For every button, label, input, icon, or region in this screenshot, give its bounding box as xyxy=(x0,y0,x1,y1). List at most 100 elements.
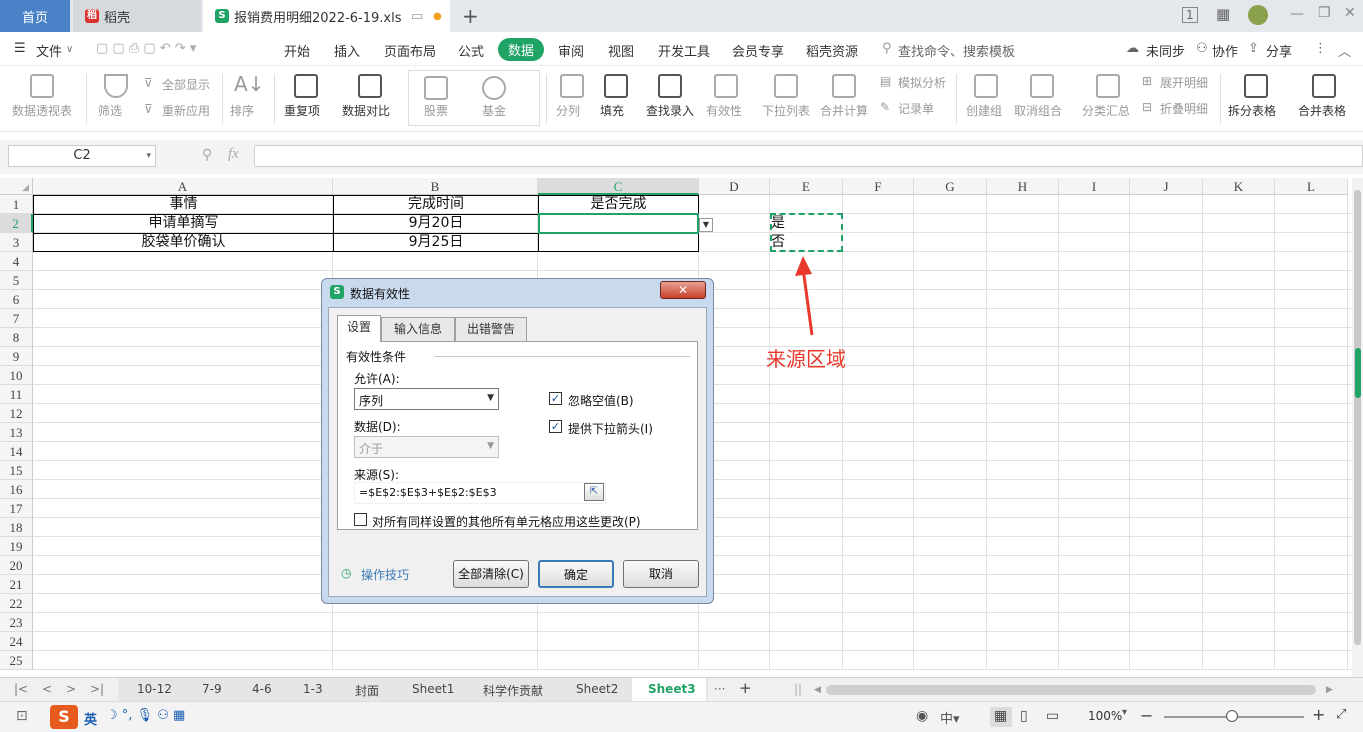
ime-toolbar-icons[interactable]: ☽ °, 🎙 ⚇ ▦ xyxy=(106,708,185,723)
row-header[interactable]: 15 xyxy=(0,461,33,480)
row-header[interactable]: 6 xyxy=(0,290,33,309)
tab-document[interactable]: S 报销费用明细2022-6-19.xls ▭ ● xyxy=(203,0,450,32)
minimize-icon[interactable]: — xyxy=(1290,6,1304,22)
fullscreen-icon[interactable]: ⤢ xyxy=(1336,707,1346,722)
fund-button[interactable]: 基金 xyxy=(482,102,506,119)
quick-access-icons[interactable]: ▢ ▢ ⎙ ▢ ↶ ↷ ▾ xyxy=(96,41,196,56)
row-header[interactable]: 22 xyxy=(0,594,33,613)
row-header[interactable]: 7 xyxy=(0,309,33,328)
range-picker-icon[interactable]: ⇱ xyxy=(584,483,604,501)
collapse-ribbon-icon[interactable]: ︿ xyxy=(1338,41,1351,60)
sheet-tab[interactable]: 封面 xyxy=(355,682,379,699)
close-icon[interactable]: ✕ xyxy=(1344,5,1356,21)
more-icon[interactable]: ⋮ xyxy=(1314,41,1327,56)
zoom-slider-handle[interactable] xyxy=(1226,710,1238,722)
prev-sheet-icon[interactable]: < xyxy=(42,682,52,696)
column-header[interactable]: C xyxy=(538,178,699,195)
row-header[interactable]: 4 xyxy=(0,252,33,271)
sheet-tab[interactable]: 10-12 xyxy=(137,682,172,696)
cell-b1[interactable]: 完成时间 xyxy=(334,195,538,214)
validity-button[interactable]: 有效性 xyxy=(706,102,742,119)
restore-icon[interactable]: ❐ xyxy=(1318,5,1331,21)
row-header[interactable]: 21 xyxy=(0,575,33,594)
source-input[interactable]: =$E$2:$E$3+$E$2:$E$3 xyxy=(354,482,606,504)
tab-settings[interactable]: 设置 xyxy=(337,315,381,342)
avatar[interactable] xyxy=(1248,5,1268,25)
cell-a1[interactable]: 事情 xyxy=(34,195,333,214)
column-header[interactable]: G xyxy=(914,178,987,195)
menu-view[interactable]: 视图 xyxy=(608,41,634,60)
cell-a2[interactable]: 申请单摘写 xyxy=(34,214,333,233)
tab-home[interactable]: 首页 xyxy=(0,0,70,32)
row-header[interactable]: 14 xyxy=(0,442,33,461)
expand-detail-button[interactable]: 展开明细 xyxy=(1160,74,1208,91)
cell-c2-active[interactable] xyxy=(538,213,699,234)
select-all-corner[interactable]: ◢ xyxy=(0,178,33,195)
menu-developer[interactable]: 开发工具 xyxy=(658,41,710,60)
column-header[interactable]: B xyxy=(333,178,538,195)
row-header[interactable]: 3 xyxy=(0,233,33,252)
name-box[interactable]: C2 ▾ xyxy=(8,145,156,167)
formula-input[interactable] xyxy=(254,145,1363,167)
merge-table-button[interactable]: 合并表格 xyxy=(1298,102,1346,119)
column-header[interactable]: D xyxy=(699,178,770,195)
row-header[interactable]: 11 xyxy=(0,385,33,404)
collab-button[interactable]: 协作 xyxy=(1212,41,1238,60)
fill-button[interactable]: 填充 xyxy=(600,102,624,119)
data-compare-button[interactable]: 数据对比 xyxy=(342,102,390,119)
record-form-button[interactable]: 记录单 xyxy=(898,100,934,117)
search-command-input[interactable]: 查找命令、搜索模板 xyxy=(898,41,1015,60)
more-sheets-icon[interactable]: ··· xyxy=(714,682,725,696)
chevron-down-icon[interactable]: ∨ xyxy=(66,44,73,55)
lookup-entry-button[interactable]: 查找录入 xyxy=(646,102,694,119)
tab-error-alert[interactable]: 出错警告 xyxy=(455,317,527,341)
row-header[interactable]: 13 xyxy=(0,423,33,442)
cell-b2[interactable]: 9月20日 xyxy=(334,214,538,233)
layout-icon[interactable]: 1 xyxy=(1182,7,1198,23)
menu-page-layout[interactable]: 页面布局 xyxy=(384,41,436,60)
reapply-button[interactable]: 重新应用 xyxy=(162,102,210,119)
next-sheet-icon[interactable]: > xyxy=(66,682,76,696)
row-header[interactable]: 9 xyxy=(0,347,33,366)
duplicates-button[interactable]: 重复项 xyxy=(284,102,320,119)
scroll-left-icon[interactable]: ◀ xyxy=(814,685,821,695)
split-table-button[interactable]: 拆分表格 xyxy=(1228,102,1276,119)
menu-review[interactable]: 审阅 xyxy=(558,41,584,60)
eye-protect-icon[interactable]: ◉ xyxy=(916,708,928,724)
sheet-tab[interactable]: Sheet1 xyxy=(412,682,454,696)
cancel-button[interactable]: 取消 xyxy=(623,560,699,588)
sheet-tab[interactable]: 4-6 xyxy=(252,682,272,696)
sheet-tab-active[interactable]: Sheet3 xyxy=(648,682,696,696)
consolidate-button[interactable]: 合并计算 xyxy=(820,102,868,119)
cell-c1[interactable]: 是否完成 xyxy=(539,195,698,214)
new-tab-icon[interactable]: + xyxy=(462,4,479,28)
split-column-button[interactable]: 分列 xyxy=(556,102,580,119)
sogou-ime-icon[interactable]: S xyxy=(50,705,78,729)
grid-apps-icon[interactable]: ▦ xyxy=(1216,5,1230,23)
row-header[interactable]: 19 xyxy=(0,537,33,556)
show-all-button[interactable]: 全部显示 xyxy=(162,76,210,93)
cell-b3[interactable]: 9月25日 xyxy=(334,233,538,252)
zoom-dropdown-icon[interactable]: ▾ xyxy=(1122,707,1127,718)
cell-dropdown-arrow-icon[interactable]: ▼ xyxy=(699,218,713,232)
column-header[interactable]: A xyxy=(33,178,333,195)
column-header[interactable]: E xyxy=(770,178,843,195)
zoom-search-icon[interactable]: ⚲ xyxy=(202,147,212,163)
simulate-analysis-button[interactable]: 模拟分析 xyxy=(898,74,946,91)
ime-mode[interactable]: 英 xyxy=(84,709,97,728)
allow-select[interactable]: 序列 ▼ xyxy=(354,388,499,410)
row-header[interactable]: 17 xyxy=(0,499,33,518)
scroll-right-icon[interactable]: ▶ xyxy=(1326,685,1333,695)
column-header[interactable]: H xyxy=(987,178,1059,195)
zoom-level[interactable]: 100% xyxy=(1088,709,1122,723)
center-icon[interactable]: 中▾ xyxy=(940,708,960,727)
add-sheet-icon[interactable]: + xyxy=(739,679,752,697)
tips-link[interactable]: 操作技巧 xyxy=(361,566,409,583)
column-header[interactable]: K xyxy=(1203,178,1275,195)
sheet-tab[interactable]: 科学作贡献 xyxy=(483,682,543,699)
pivot-table-button[interactable]: 数据透视表 xyxy=(12,102,72,119)
row-header[interactable]: 8 xyxy=(0,328,33,347)
last-sheet-icon[interactable]: >| xyxy=(90,682,104,696)
tab-input-info[interactable]: 输入信息 xyxy=(381,317,455,341)
column-header[interactable]: F xyxy=(843,178,914,195)
